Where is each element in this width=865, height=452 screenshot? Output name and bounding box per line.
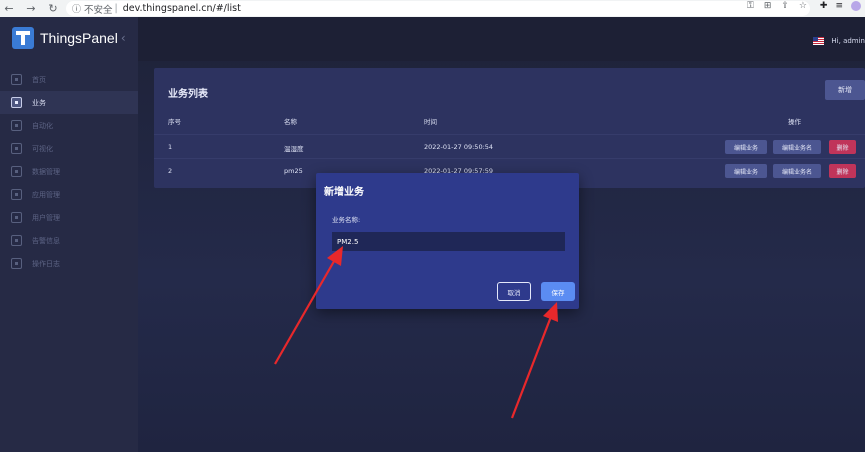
brand-logo[interactable]: ThingsPanel ‹	[12, 27, 126, 49]
sidebar-item-label: 应用管理	[32, 190, 60, 199]
share-icon[interactable]: ⇪	[781, 1, 789, 11]
sidebar-item-data[interactable]: 数据管理	[0, 160, 138, 183]
business-name-input[interactable]	[332, 232, 565, 251]
sidebar-item-business[interactable]: 业务	[0, 91, 138, 114]
sidebar-item-apps[interactable]: 应用管理	[0, 183, 138, 206]
table-row: 1 温湿度 2022-01-27 09:50:54 编辑业务 编辑业务名 删除	[154, 134, 865, 158]
sidebar-item-label: 告警信息	[32, 236, 60, 245]
sidebar-item-logs[interactable]: 操作日志	[0, 252, 138, 275]
url-text: dev.thingspanel.cn/#/list	[122, 3, 241, 14]
puzzle-icon[interactable]: ✚	[820, 1, 828, 11]
business-list-card: 业务列表 新增 序号 名称 时间 操作 1 温湿度 2022-01-27 09:…	[154, 68, 865, 188]
business-icon	[11, 97, 22, 108]
delete-button[interactable]: 删除	[829, 140, 856, 154]
data-icon	[11, 166, 22, 177]
business-name-label: 业务名称:	[332, 216, 361, 224]
row-name: 温湿度	[284, 145, 304, 153]
url-separator: |	[114, 3, 118, 14]
column-header-time: 时间	[424, 118, 437, 126]
sidebar-item-label: 自动化	[32, 121, 53, 130]
row-name: pm25	[284, 167, 303, 175]
profile-icon[interactable]	[851, 1, 861, 11]
app-icon	[11, 189, 22, 200]
alarm-icon	[11, 235, 22, 246]
table-header: 序号 名称 时间 操作	[154, 114, 865, 128]
column-header-index: 序号	[168, 118, 181, 126]
translate-icon[interactable]: ⊞	[764, 1, 772, 11]
sidebar-item-automation[interactable]: 自动化	[0, 114, 138, 137]
sidebar-item-alarms[interactable]: 告警信息	[0, 229, 138, 252]
top-bar: Hi, admin	[138, 17, 865, 61]
row-index: 1	[168, 143, 173, 151]
sidebar-item-users[interactable]: 用户管理	[0, 206, 138, 229]
address-bar[interactable]: ⓘ 不安全 | dev.thingspanel.cn/#/list	[66, 1, 810, 16]
sidebar-item-label: 业务	[32, 98, 46, 107]
row-time: 2022-01-27 09:50:54	[424, 143, 494, 151]
home-icon	[11, 74, 22, 85]
back-icon[interactable]: ←	[2, 0, 16, 17]
security-status: 不安全	[84, 4, 113, 16]
column-header-name: 名称	[284, 118, 297, 126]
add-business-button[interactable]: 新增	[825, 80, 865, 100]
user-greeting: Hi, admin	[831, 37, 865, 45]
sidebar-item-label: 操作日志	[32, 259, 60, 268]
sidebar-item-label: 首页	[32, 75, 46, 84]
brand-name: ThingsPanel	[40, 30, 118, 46]
page-title: 业务列表	[168, 89, 208, 100]
edit-business-button[interactable]: 编辑业务	[725, 140, 767, 154]
delete-button[interactable]: 删除	[829, 164, 856, 178]
edit-business-name-button[interactable]: 编辑业务名	[773, 140, 821, 154]
url-tools: ⚿ ⊞ ⇪ ☆	[747, 1, 807, 11]
dialog-title: 新增业务	[324, 187, 364, 198]
star-icon[interactable]: ☆	[799, 1, 807, 11]
info-icon[interactable]: ⓘ	[72, 2, 81, 15]
column-header-actions: 操作	[788, 118, 801, 126]
automation-icon	[11, 120, 22, 131]
sidebar-item-label: 用户管理	[32, 213, 60, 222]
collapse-sidebar-icon[interactable]: ‹	[121, 31, 126, 45]
sidebar-item-label: 数据管理	[32, 167, 60, 176]
row-index: 2	[168, 167, 173, 175]
visualization-icon	[11, 143, 22, 154]
extension-tools: ✚ ≡	[820, 1, 861, 11]
cancel-button[interactable]: 取消	[497, 282, 531, 301]
sidebar-item-label: 可视化	[32, 144, 53, 153]
forward-icon[interactable]: →	[24, 0, 38, 17]
sidebar-item-visualization[interactable]: 可视化	[0, 137, 138, 160]
sidebar-menu: 首页 业务 自动化 可视化 数据管理 应用管理 用户管理 告警信息 操作日志	[0, 68, 138, 275]
sidebar: ThingsPanel ‹ 首页 业务 自动化 可视化 数据管理 应用管理 用户…	[0, 17, 138, 452]
edit-business-name-button[interactable]: 编辑业务名	[773, 164, 821, 178]
browser-toolbar: ← → ↻ ⓘ 不安全 | dev.thingspanel.cn/#/list …	[0, 0, 865, 17]
reload-icon[interactable]: ↻	[46, 0, 60, 17]
log-icon	[11, 258, 22, 269]
user-icon	[11, 212, 22, 223]
us-flag-icon[interactable]	[813, 37, 825, 45]
save-button[interactable]: 保存	[541, 282, 575, 301]
key-icon[interactable]: ⚿	[747, 1, 754, 11]
reading-list-icon[interactable]: ≡	[835, 1, 843, 11]
edit-business-button[interactable]: 编辑业务	[725, 164, 767, 178]
add-business-dialog: 新增业务 业务名称: 取消 保存	[316, 173, 579, 309]
sidebar-item-home[interactable]: 首页	[0, 68, 138, 91]
user-menu[interactable]: Hi, admin	[813, 37, 865, 45]
thingspanel-logo-icon	[12, 27, 34, 49]
